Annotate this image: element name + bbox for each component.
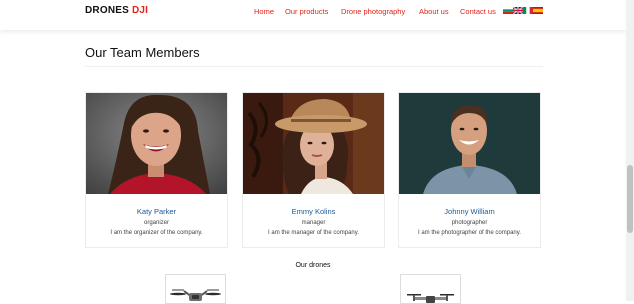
page-scrollbar[interactable] <box>626 0 634 301</box>
member-role: organizer <box>143 220 169 226</box>
team-card-emmy: Emmy Kolins manager I am the manager of … <box>242 92 385 248</box>
nav-about-us[interactable]: About us <box>419 7 449 16</box>
team-photo-katy <box>86 93 227 194</box>
nav-drone-photography[interactable]: Drone photography <box>341 7 405 16</box>
member-name: Johnny William <box>444 207 495 216</box>
italian-flag-icon[interactable] <box>523 7 533 14</box>
member-description: I am the organizer of the company. <box>110 230 203 236</box>
drone-card-1[interactable] <box>165 274 226 304</box>
logo-text-dji: DJI <box>131 5 149 16</box>
team-card-johnny: Johnny William photographer I am the pho… <box>398 92 541 248</box>
team-section-title: Our Team Members <box>85 45 200 60</box>
bulgarian-flag-icon[interactable] <box>503 7 513 14</box>
team-card-katy: Katy Parker organizer I am the organizer… <box>85 92 228 248</box>
drone-image <box>407 294 454 303</box>
member-name: Emmy Kolins <box>291 207 336 216</box>
drones-section-title: Our drones <box>295 262 331 269</box>
uk-flag-icon[interactable] <box>513 7 523 14</box>
spanish-flag-icon[interactable] <box>533 7 543 14</box>
team-photo-johnny <box>399 93 540 194</box>
nav-contact-us[interactable]: Contact us <box>460 7 496 16</box>
team-photo-emmy <box>243 93 384 194</box>
logo-text-drones: DRONES <box>85 5 129 16</box>
member-role: manager <box>301 220 326 226</box>
drone-card-2[interactable] <box>400 274 461 304</box>
member-description: I am the photographer of the company. <box>418 230 521 236</box>
nav-home[interactable]: Home <box>254 7 274 16</box>
drone-image <box>170 289 221 301</box>
member-role: photographer <box>451 220 488 226</box>
scrollbar-thumb[interactable] <box>627 165 633 233</box>
member-description: I am the manager of the company. <box>268 230 359 236</box>
member-name: Katy Parker <box>136 207 177 216</box>
nav-our-products[interactable]: Our products <box>285 7 328 16</box>
site-logo[interactable]: DRONES DJI <box>85 5 148 16</box>
section-divider <box>85 66 543 67</box>
site-header: DRONES DJI Home Our products Drone photo… <box>0 0 626 30</box>
